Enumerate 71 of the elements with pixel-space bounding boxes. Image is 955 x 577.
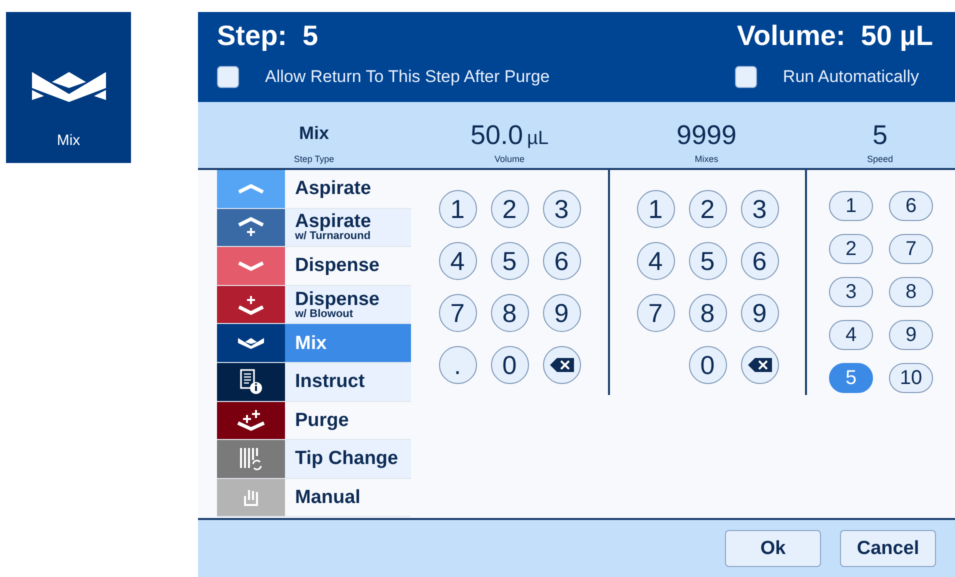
step-type-item[interactable]: Aspirate w/ Turnaround xyxy=(217,208,411,248)
speed-key[interactable]: 1 xyxy=(829,191,873,221)
number-key[interactable]: 0 xyxy=(688,346,726,384)
number-key[interactable]: 4 xyxy=(438,242,476,280)
volume-title: Volume: 50 µL xyxy=(736,20,933,52)
chevron-down-icon xyxy=(238,260,264,271)
speed-key[interactable]: 6 xyxy=(889,191,933,221)
number-key[interactable]: 7 xyxy=(636,294,674,332)
checkbox-label: Run Automatically xyxy=(782,67,919,87)
summary-caption: Volume xyxy=(494,154,525,164)
document-info-icon xyxy=(239,368,263,395)
speed-key[interactable]: 3 xyxy=(829,277,873,307)
speed-key[interactable]: 7 xyxy=(889,234,933,264)
summary-caption: Speed xyxy=(866,154,894,164)
ok-button[interactable]: Ok xyxy=(725,530,821,567)
number-key[interactable]: 5 xyxy=(688,242,726,280)
speed-key[interactable]: 4 xyxy=(829,320,873,350)
summary-caption: Step Type xyxy=(294,154,334,164)
number-key[interactable]: 7 xyxy=(438,294,476,332)
backspace-icon xyxy=(548,357,574,373)
number-key[interactable]: 2 xyxy=(688,190,726,228)
hand-icon xyxy=(241,488,261,508)
number-key[interactable]: 2 xyxy=(490,190,528,228)
chevron-down-plus-icon xyxy=(237,409,265,432)
mix-chevrons-icon xyxy=(237,336,265,350)
step-type-item[interactable]: Manual xyxy=(217,478,411,518)
speed-key[interactable]: 10 xyxy=(889,363,933,393)
checkbox[interactable] xyxy=(734,66,757,88)
chevron-up-icon xyxy=(238,184,264,194)
number-key[interactable]: 3 xyxy=(542,190,580,228)
number-key[interactable]: . xyxy=(438,346,476,384)
chevron-up-plus-icon xyxy=(238,217,264,238)
summary-value: Mix xyxy=(298,123,329,144)
number-key[interactable]: 1 xyxy=(636,190,674,228)
step-type-item[interactable]: Instruct xyxy=(217,362,411,402)
number-key[interactable]: 1 xyxy=(438,190,476,228)
speed-key[interactable]: 9 xyxy=(889,320,933,350)
speed-key[interactable]: 2 xyxy=(829,234,873,264)
number-key[interactable]: 9 xyxy=(740,294,778,332)
backspace-key[interactable] xyxy=(542,346,580,384)
number-key[interactable]: 8 xyxy=(688,294,726,332)
checkbox[interactable] xyxy=(217,66,239,88)
summary-value: 9999 xyxy=(676,120,737,151)
speed-key[interactable]: 5 xyxy=(829,363,873,393)
backspace-key[interactable] xyxy=(740,346,778,384)
step-type-item[interactable]: Aspirate xyxy=(217,170,411,209)
checkbox-label: Allow Return To This Step After Purge xyxy=(265,67,550,87)
number-key[interactable]: 6 xyxy=(542,242,580,280)
chevron-down-plus-icon xyxy=(238,294,264,315)
number-key[interactable]: 3 xyxy=(740,190,778,228)
cancel-button[interactable]: Cancel xyxy=(840,530,936,567)
step-title: Step: 5 xyxy=(217,20,318,52)
tile-label: Mix xyxy=(56,132,80,149)
summary-value: 50.0 µL xyxy=(470,120,549,151)
summary-value: 5 xyxy=(872,120,888,151)
mix-tile[interactable]: Mix xyxy=(6,12,131,163)
number-key[interactable]: 8 xyxy=(490,294,528,332)
summary-caption: Mixes xyxy=(694,154,718,164)
step-type-item[interactable]: Dispense w/ Blowout xyxy=(217,286,411,324)
number-key[interactable]: 4 xyxy=(636,242,674,280)
number-key[interactable]: 5 xyxy=(490,242,528,280)
step-type-item[interactable]: Tip Change xyxy=(217,440,411,479)
backspace-icon xyxy=(746,357,772,373)
step-type-item[interactable]: Mix xyxy=(217,324,411,363)
step-type-item[interactable]: Dispense xyxy=(217,247,411,286)
number-key[interactable]: 0 xyxy=(490,346,528,384)
number-key[interactable]: 9 xyxy=(542,294,580,332)
tips-refresh-icon xyxy=(238,446,264,471)
step-type-item[interactable]: Purge xyxy=(217,402,411,440)
number-key[interactable]: 6 xyxy=(740,242,778,280)
speed-key[interactable]: 8 xyxy=(889,277,933,307)
